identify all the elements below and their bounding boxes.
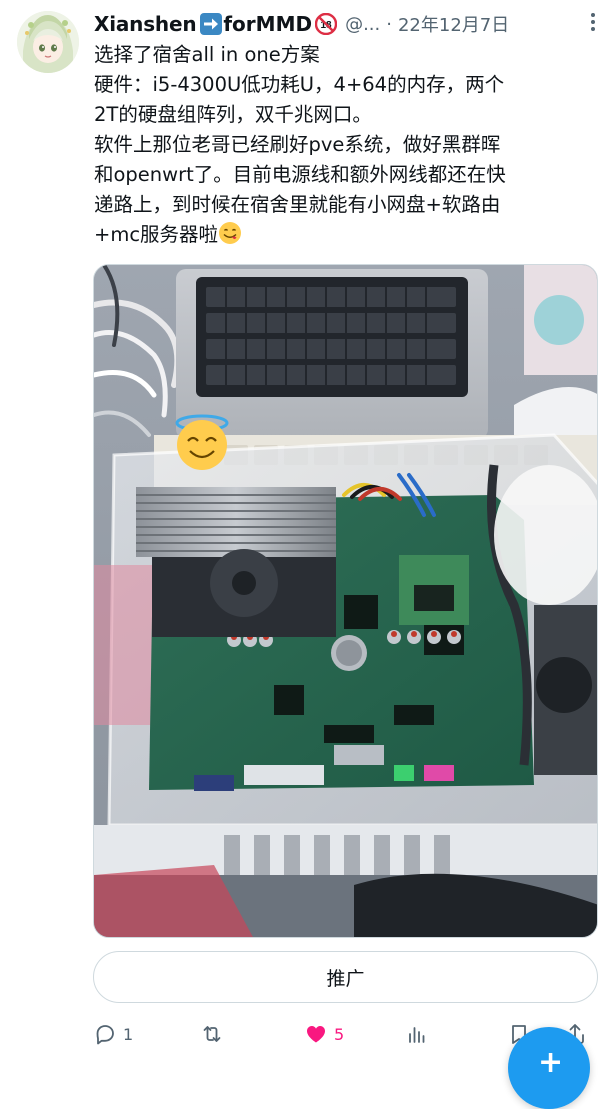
like-button[interactable]: 5 [304,1018,344,1050]
views-button[interactable] [405,1018,429,1050]
compose-button[interactable]: + [508,1027,590,1109]
tweet-text: 选择了宿舍all in one方案硬件：i5-4300U低功耗U，4+64的内存… [94,40,599,250]
separator-dot: · [386,13,392,35]
no-under-18-icon: 18 [314,12,338,36]
more-vertical-icon[interactable] [581,10,605,34]
tweet: Xianshen forMMD 18 @... · 22年12月7日 选择了宿舍… [0,0,615,1109]
avatar[interactable] [17,11,79,73]
photo-of-mini-pc-motherboard [94,265,597,937]
compose-plus-icon: + [538,1045,564,1080]
tweet-text-line: 递路上，到时候在宿舍里就能有小网盘+软路由 [94,193,501,216]
timestamp[interactable]: 22年12月7日 [398,11,509,37]
tweet-text-line: 和openwrt了。目前电源线和额外网线都还在快 [94,163,506,186]
display-name-suffix[interactable]: forMMD [223,12,312,36]
tweet-text-line: 软件上那位老哥已经刷好pve系统，做好黑群晖 [94,133,501,156]
handle[interactable]: @... [345,14,380,35]
reply-icon [96,1025,114,1045]
tweet-text-line: 硬件：i5-4300U低功耗U，4+64的内存，两个 [94,73,505,96]
display-name[interactable]: Xianshen [94,12,197,36]
face-savoring-food-emoji-icon [218,221,242,245]
tweet-photo[interactable] [93,264,598,938]
retweet-button[interactable] [200,1018,230,1050]
promote-button-label: 推广 [326,967,365,990]
tweet-text-line: +mc服务器啦 [94,223,219,246]
reply-count: 1 [123,1024,134,1044]
tweet-header: Xianshen forMMD 18 @... · 22年12月7日 [94,9,604,39]
like-count: 5 [334,1024,345,1044]
promote-button[interactable]: 推广 [93,951,598,1003]
right-arrow-emoji-icon [200,13,223,35]
tweet-text-line-last: +mc服务器啦 [94,220,599,250]
views-icon [409,1027,425,1043]
reply-button[interactable]: 1 [93,1018,133,1050]
avatar-image [17,11,79,73]
heart-icon [307,1026,325,1043]
tweet-text-line: 2T的硬盘组阵列，双千兆网口。 [94,103,372,126]
retweet-icon [203,1026,221,1042]
tweet-text-line: 选择了宿舍all in one方案 [94,43,320,66]
